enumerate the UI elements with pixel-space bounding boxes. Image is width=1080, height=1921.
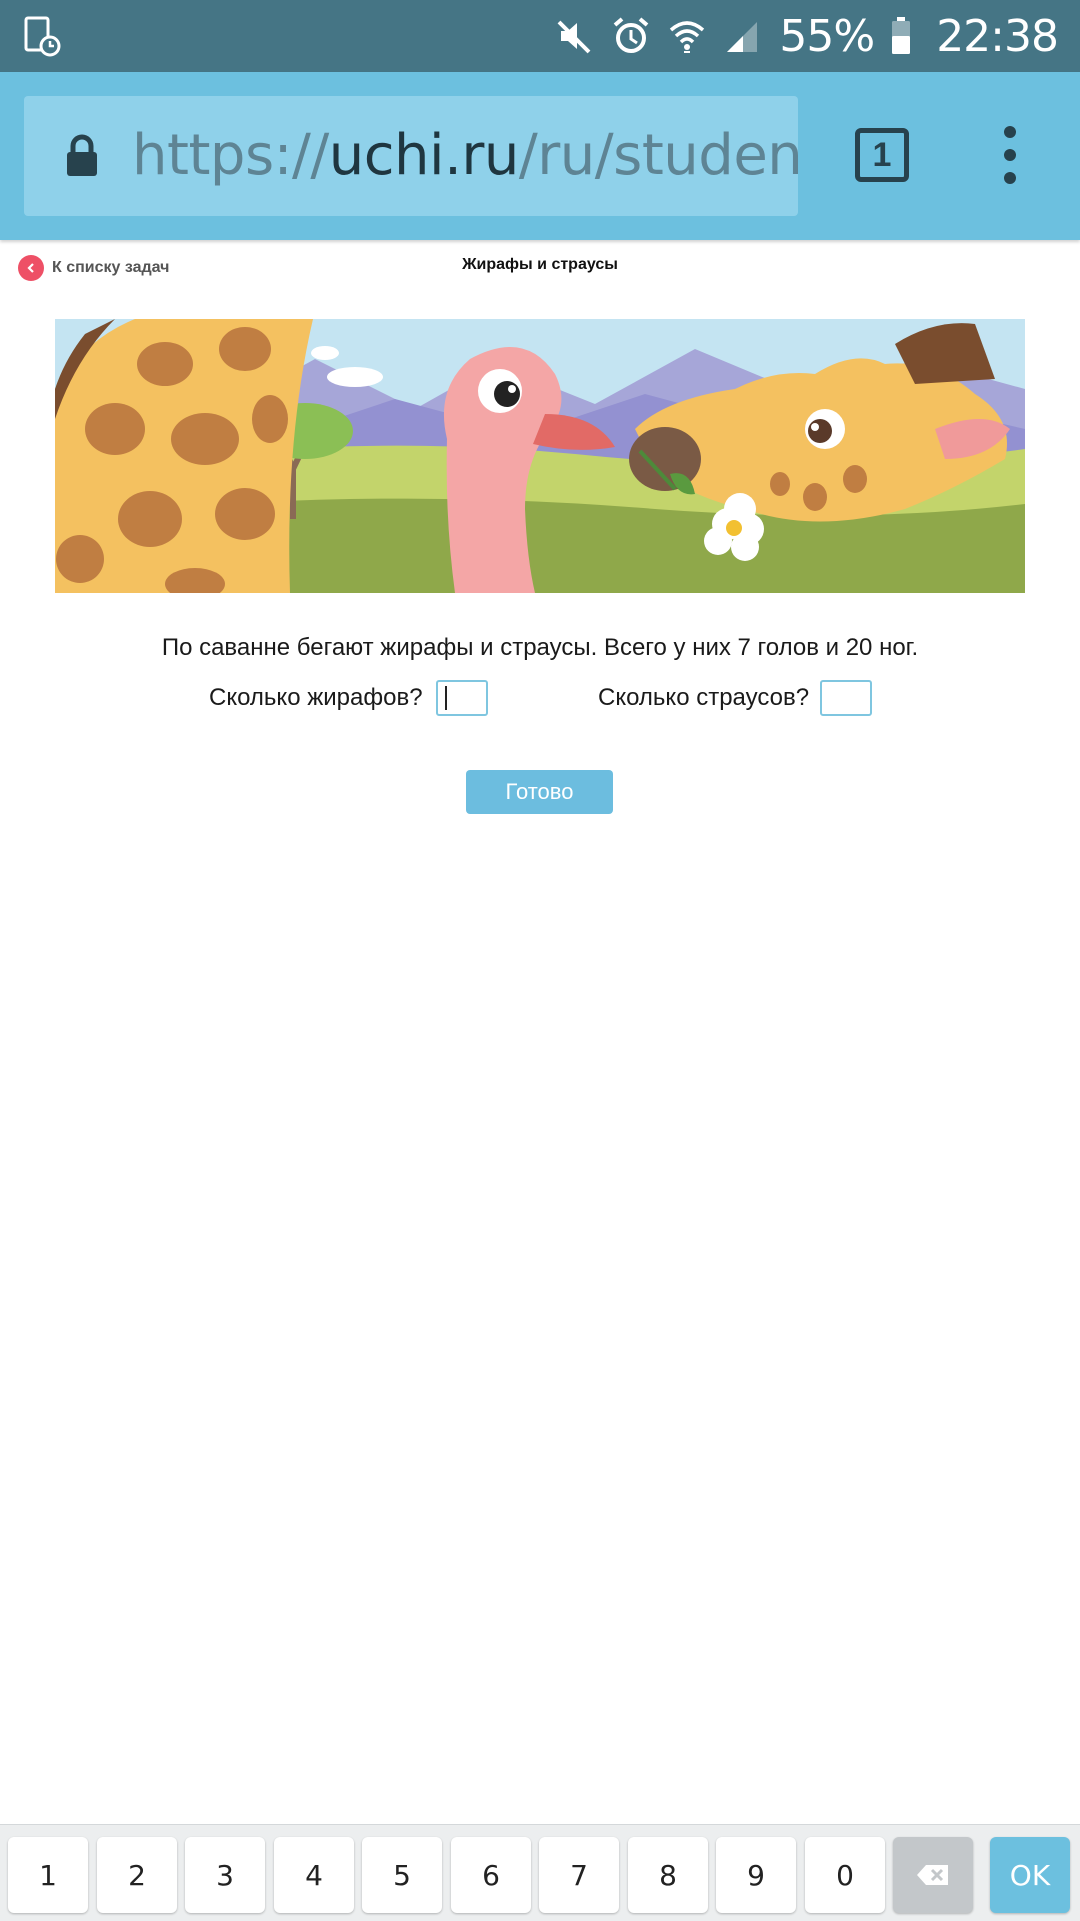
screenshot-timer-icon (24, 16, 61, 57)
key-9[interactable]: 9 (716, 1837, 796, 1913)
url-scheme: https:// (132, 123, 329, 188)
url-text[interactable]: https://uchi.ru/ru/students/ (132, 120, 798, 192)
url-path: /ru/students/ (518, 123, 798, 188)
status-bar: 55% 22:38 (0, 0, 1080, 72)
giraffes-question-label: Сколько жирафов? (209, 684, 423, 711)
browser-toolbar: https://uchi.ru/ru/students/ 1 (0, 72, 1080, 240)
key-6[interactable]: 6 (451, 1837, 531, 1913)
key-4[interactable]: 4 (274, 1837, 354, 1913)
key-2[interactable]: 2 (97, 1837, 177, 1913)
done-button[interactable]: Готово (466, 770, 613, 814)
battery-icon (892, 17, 911, 54)
backspace-key[interactable] (893, 1837, 973, 1913)
lock-icon (67, 134, 97, 176)
task-statement: По саванне бегают жирафы и страусы. Всег… (161, 634, 919, 661)
wifi-icon (670, 21, 705, 53)
tab-switcher-button[interactable]: 1 (855, 128, 909, 182)
key-3[interactable]: 3 (185, 1837, 265, 1913)
more-vert-icon[interactable] (995, 122, 1025, 188)
mute-icon (557, 20, 591, 54)
address-bar[interactable]: https://uchi.ru/ru/students/ (24, 96, 798, 216)
key-1[interactable]: 1 (8, 1837, 88, 1913)
key-0[interactable]: 0 (805, 1837, 885, 1913)
alarm-icon (614, 17, 649, 53)
signal-icon (727, 22, 758, 52)
giraffes-ostriches-illustration (55, 319, 1025, 593)
ostriches-answer-input[interactable] (820, 680, 872, 716)
key-7[interactable]: 7 (539, 1837, 619, 1913)
text-caret (445, 686, 447, 710)
page-title: Жирафы и страусы (462, 256, 618, 273)
key-8[interactable]: 8 (628, 1837, 708, 1913)
battery-percent: 55% (779, 10, 875, 62)
key-5[interactable]: 5 (362, 1837, 442, 1913)
ok-key[interactable]: OK (990, 1837, 1070, 1913)
clock: 22:38 (936, 10, 1059, 62)
url-domain: uchi.ru (328, 123, 520, 188)
backspace-icon (917, 1865, 948, 1885)
numeric-keypad: 1 2 3 4 5 6 7 8 9 0 OK (0, 1824, 1080, 1921)
tab-count: 1 (872, 135, 892, 174)
ostriches-question-label: Сколько страусов? (598, 684, 810, 711)
giraffes-answer-input[interactable] (436, 680, 488, 716)
